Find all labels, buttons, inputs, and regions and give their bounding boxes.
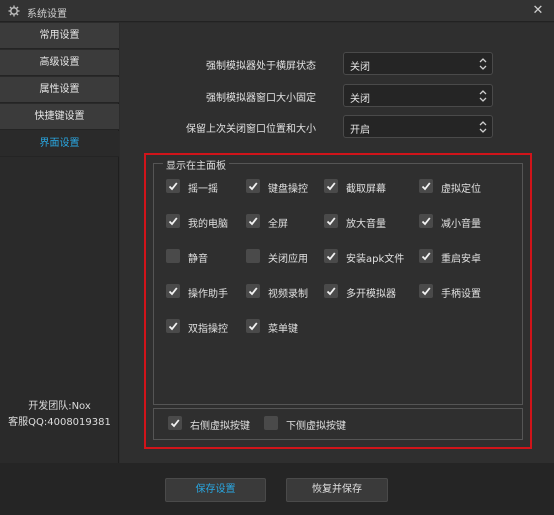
option-16-checkbox[interactable] — [419, 284, 433, 298]
option-8-checkbox[interactable] — [419, 214, 433, 228]
option-9-label[interactable]: 静音 — [188, 250, 208, 265]
option-6-label[interactable]: 全屏 — [268, 215, 288, 230]
right-virtual-keys-label[interactable]: 右侧虚拟按键 — [190, 417, 250, 432]
dev-team-text: 开发团队:Nox — [28, 401, 91, 412]
landscape-setting-label: 强制模拟器处于横屏状态 — [206, 61, 316, 72]
updown-arrow-icon — [479, 58, 487, 70]
option-8-label[interactable]: 减小音量 — [441, 215, 481, 230]
option-10-checkbox[interactable] — [246, 249, 260, 263]
option-2-checkbox[interactable] — [246, 179, 260, 193]
option-17-checkbox[interactable] — [166, 319, 180, 333]
option-2-label[interactable]: 键盘操控 — [268, 180, 308, 195]
landscape-select-value: 关闭 — [350, 62, 370, 73]
fixed-size-select[interactable]: 关闭 — [343, 84, 493, 107]
option-11-label[interactable]: 安装apk文件 — [346, 250, 404, 265]
option-14-label[interactable]: 视频录制 — [268, 285, 308, 300]
option-7-label[interactable]: 放大音量 — [346, 215, 386, 230]
option-3-checkbox[interactable] — [324, 179, 338, 193]
sidebar-item-shortcuts[interactable]: 快捷键设置 — [0, 104, 119, 130]
option-5-checkbox[interactable] — [166, 214, 180, 228]
sidebar-item-advanced[interactable]: 高级设置 — [0, 50, 119, 76]
right-virtual-keys-checkbox[interactable] — [168, 416, 182, 430]
sidebar-item-properties[interactable]: 属性设置 — [0, 77, 119, 103]
option-5-label[interactable]: 我的电脑 — [188, 215, 228, 230]
updown-arrow-icon — [479, 121, 487, 133]
keep-position-setting-label: 保留上次关闭窗口位置和大小 — [186, 124, 316, 135]
option-9-checkbox[interactable] — [166, 249, 180, 263]
fixed-size-select-value: 关闭 — [350, 94, 370, 105]
option-12-label[interactable]: 重启安卓 — [441, 250, 481, 265]
main-panel-options-group — [153, 163, 523, 405]
option-12-checkbox[interactable] — [419, 249, 433, 263]
option-18-checkbox[interactable] — [246, 319, 260, 333]
option-18-label[interactable]: 菜单键 — [268, 320, 298, 335]
option-15-checkbox[interactable] — [324, 284, 338, 298]
option-3-label[interactable]: 截取屏幕 — [346, 180, 386, 195]
option-14-checkbox[interactable] — [246, 284, 260, 298]
option-4-label[interactable]: 虚拟定位 — [441, 180, 481, 195]
fixed-size-setting-label: 强制模拟器窗口大小固定 — [206, 93, 316, 104]
option-11-checkbox[interactable] — [324, 249, 338, 263]
title-bar: 系统设置 ✕ — [0, 0, 554, 22]
option-17-label[interactable]: 双指操控 — [188, 320, 228, 335]
save-button[interactable]: 保存设置 — [165, 478, 266, 502]
keep-position-select[interactable]: 开启 — [343, 115, 493, 138]
restore-and-save-button[interactable]: 恢复并保存 — [286, 478, 388, 502]
window-title: 系统设置 — [27, 9, 67, 20]
keep-position-select-value: 开启 — [350, 125, 370, 136]
sidebar-item-common[interactable]: 常用设置 — [0, 23, 119, 49]
gear-icon — [8, 5, 20, 17]
sidebar: 常用设置 高级设置 属性设置 快捷键设置 界面设置 开发团队:Nox 客服QQ:… — [0, 23, 119, 463]
option-1-label[interactable]: 摇一摇 — [188, 180, 218, 195]
sidebar-item-interface[interactable]: 界面设置 — [0, 131, 119, 157]
bottom-virtual-keys-label[interactable]: 下侧虚拟按键 — [286, 417, 346, 432]
support-qq-text: 客服QQ:4008019381 — [8, 417, 111, 428]
footer — [0, 463, 554, 515]
option-7-checkbox[interactable] — [324, 214, 338, 228]
option-15-label[interactable]: 多开模拟器 — [346, 285, 396, 300]
option-16-label[interactable]: 手柄设置 — [441, 285, 481, 300]
close-button[interactable]: ✕ — [530, 3, 546, 19]
option-13-label[interactable]: 操作助手 — [188, 285, 228, 300]
group-title: 显示在主面板 — [163, 157, 229, 172]
updown-arrow-icon — [479, 90, 487, 102]
option-10-label[interactable]: 关闭应用 — [268, 250, 308, 265]
landscape-select[interactable]: 关闭 — [343, 52, 493, 75]
option-4-checkbox[interactable] — [419, 179, 433, 193]
option-13-checkbox[interactable] — [166, 284, 180, 298]
bottom-virtual-keys-checkbox[interactable] — [264, 416, 278, 430]
option-6-checkbox[interactable] — [246, 214, 260, 228]
option-1-checkbox[interactable] — [166, 179, 180, 193]
